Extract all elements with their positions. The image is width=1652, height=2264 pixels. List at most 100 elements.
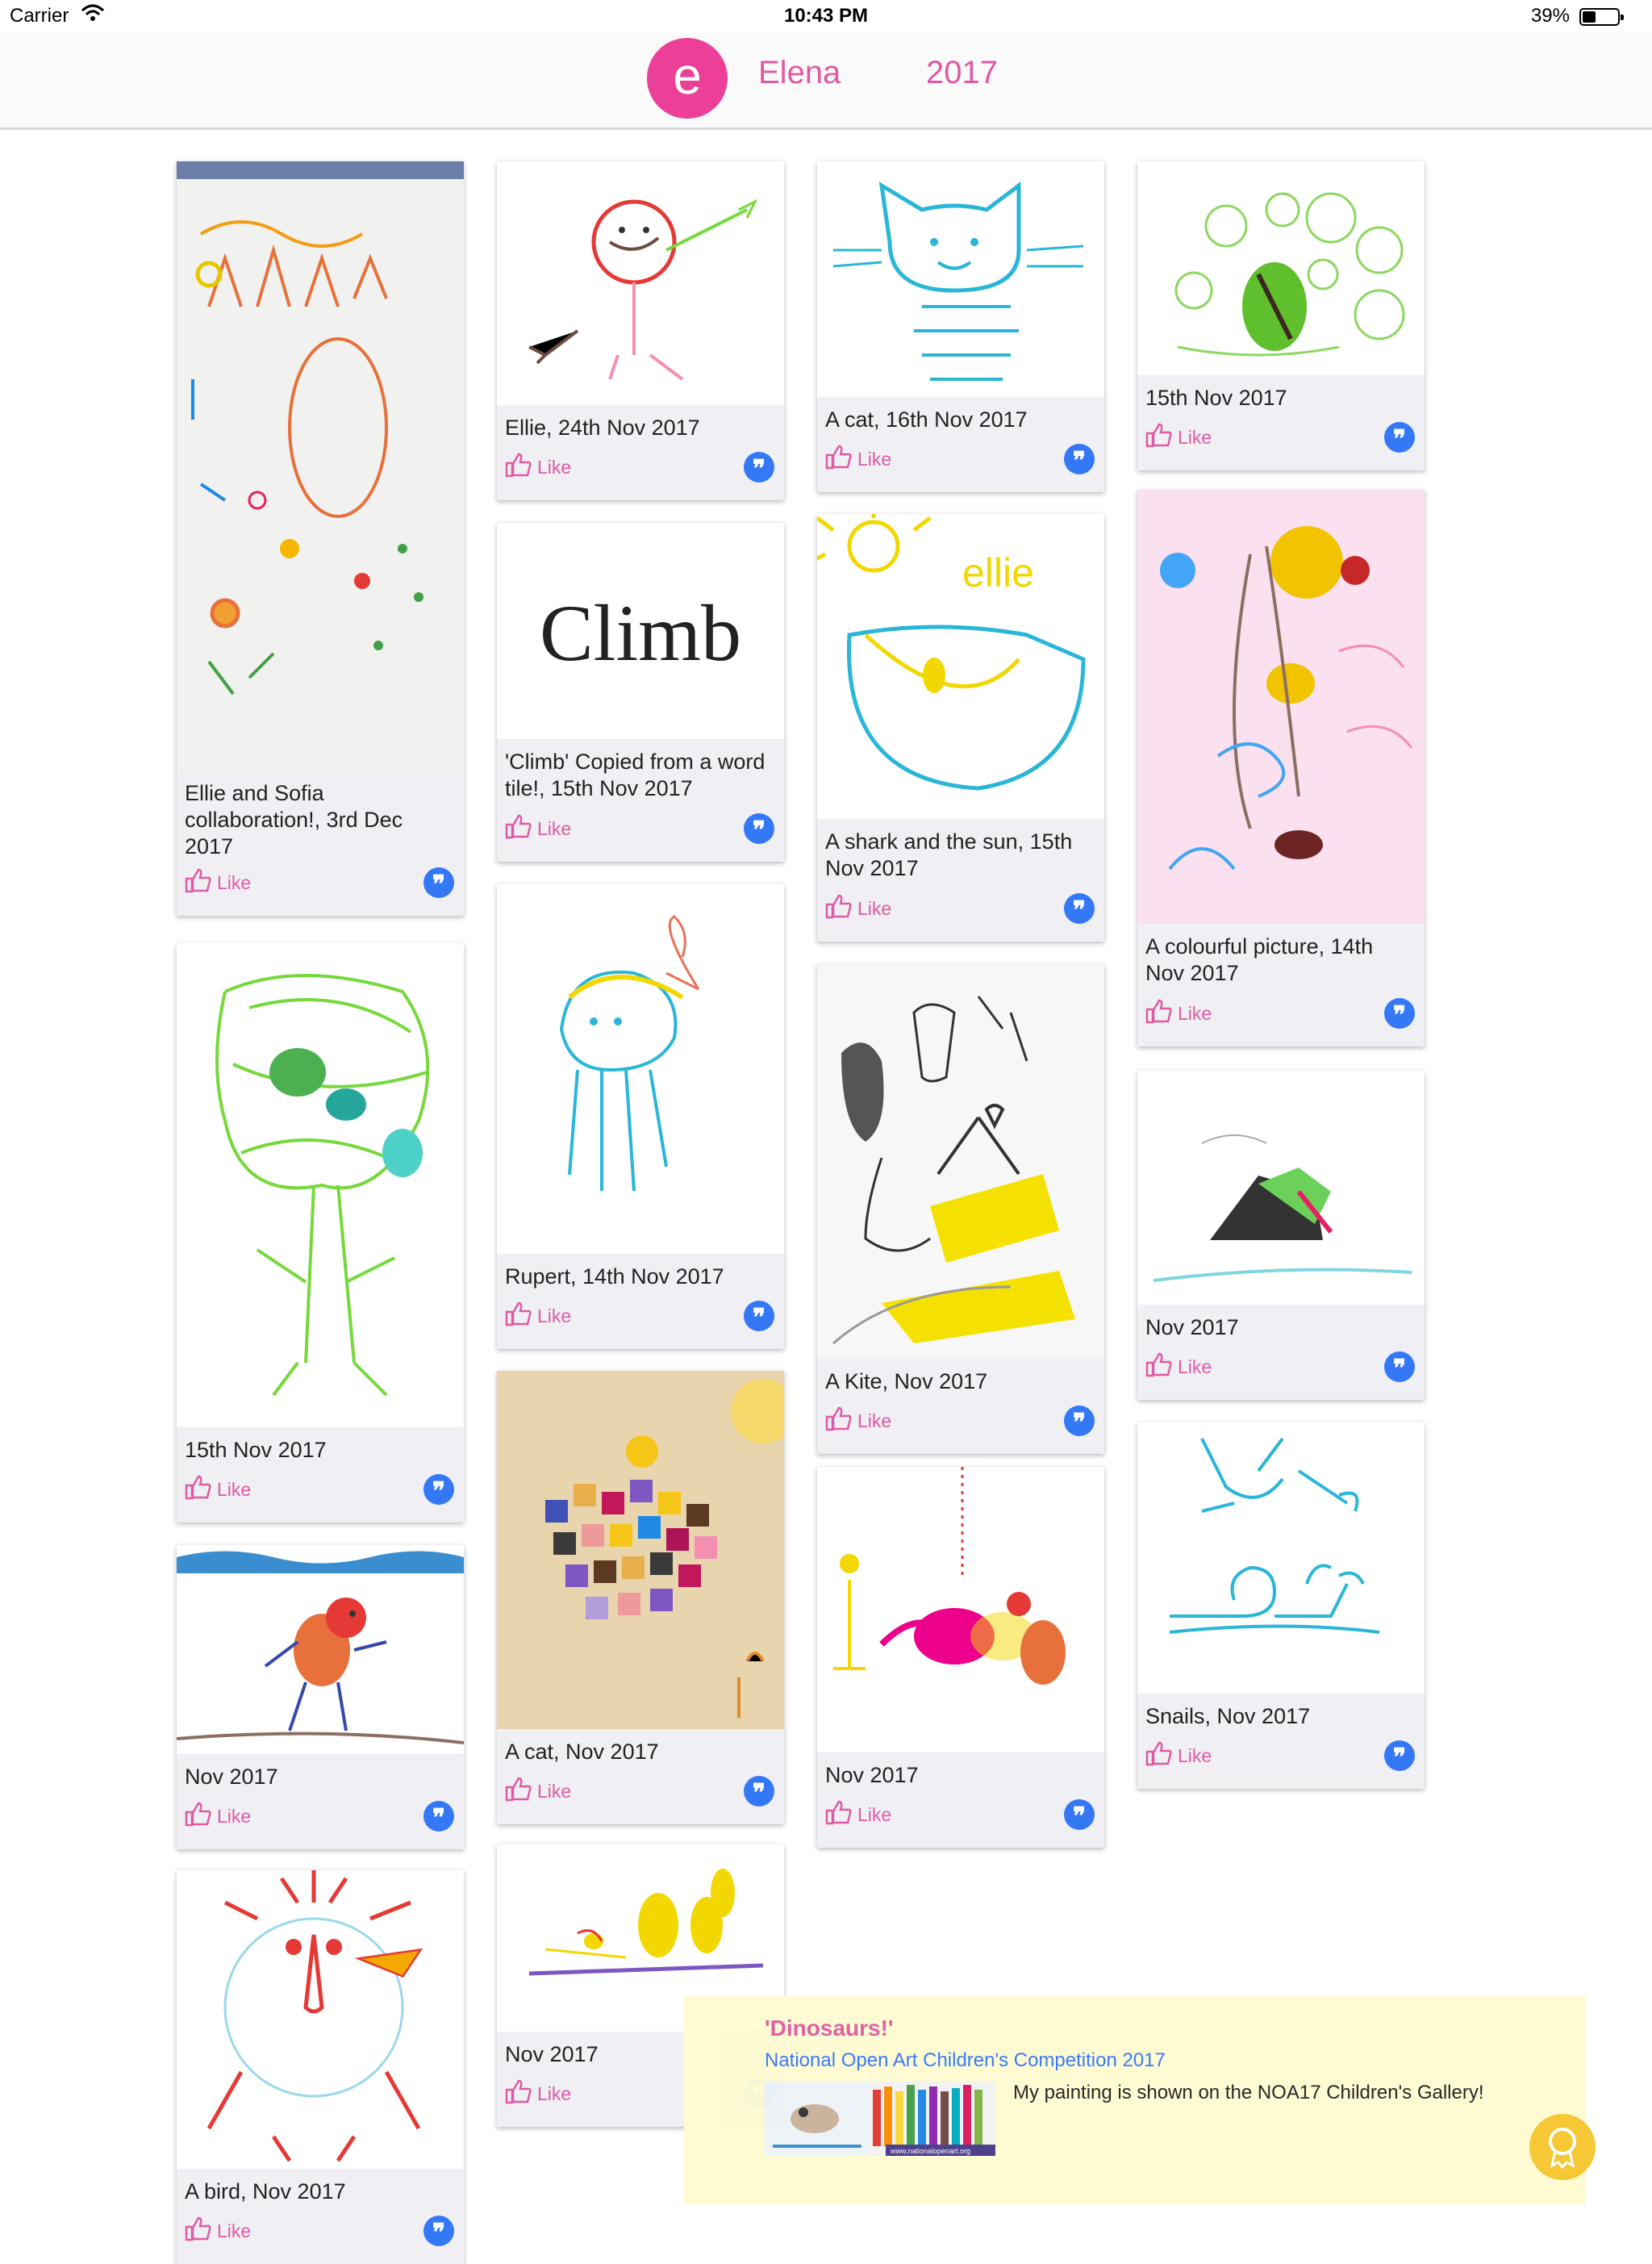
comment-icon[interactable]: ❞ bbox=[744, 1301, 774, 1331]
artwork-image[interactable] bbox=[177, 943, 464, 1427]
like-button[interactable]: Like bbox=[185, 1474, 251, 1505]
artwork-caption: Nov 2017 bbox=[825, 1763, 919, 1787]
artwork-card[interactable]: Rupert, 14th Nov 2017 Like ❞ bbox=[497, 884, 784, 1349]
artwork-image[interactable] bbox=[817, 964, 1104, 1359]
comment-icon[interactable]: ❞ bbox=[423, 1474, 454, 1505]
artwork-image[interactable] bbox=[497, 1371, 784, 1729]
artwork-image[interactable]: ellie bbox=[817, 514, 1104, 819]
thumbs-up-icon bbox=[1145, 1351, 1173, 1382]
artwork-caption: Ellie and Sofia collaboration!, 3rd Dec … bbox=[185, 781, 403, 858]
artwork-card[interactable]: 15th Nov 2017 Like ❞ bbox=[177, 943, 464, 1523]
award-banner[interactable]: 'Dinosaurs!' National Open Art Children'… bbox=[684, 1996, 1596, 2204]
artwork-image[interactable] bbox=[817, 1467, 1104, 1752]
artwork-card[interactable]: ellie A shark and the sun, 15th Nov 2017 L… bbox=[817, 514, 1104, 942]
artwork-image[interactable] bbox=[177, 161, 464, 771]
artwork-caption: 15th Nov 2017 bbox=[1145, 386, 1287, 410]
like-button[interactable]: Like bbox=[505, 452, 571, 482]
year-selector-button[interactable]: 2017 bbox=[926, 55, 998, 91]
artwork-caption: A shark and the sun, 15th Nov 2017 bbox=[825, 829, 1073, 880]
artwork-image[interactable] bbox=[497, 884, 784, 1254]
battery-percent: 39% bbox=[1530, 5, 1570, 27]
artwork-image[interactable] bbox=[817, 161, 1104, 397]
artwork-image[interactable] bbox=[1137, 1422, 1425, 1694]
comment-icon[interactable]: ❞ bbox=[1064, 1799, 1095, 1830]
comment-icon[interactable]: ❞ bbox=[1384, 1740, 1415, 1771]
artwork-card[interactable]: A Kite, Nov 2017 Like ❞ bbox=[817, 964, 1104, 1454]
comment-icon[interactable]: ❞ bbox=[1384, 1351, 1415, 1382]
thumbs-up-icon bbox=[825, 1799, 853, 1830]
comment-icon[interactable]: ❞ bbox=[1384, 998, 1415, 1029]
like-button[interactable]: Like bbox=[185, 867, 251, 898]
comment-icon[interactable]: ❞ bbox=[1064, 893, 1095, 924]
like-button[interactable]: Like bbox=[1145, 1740, 1212, 1771]
artwork-card[interactable]: Ellie and Sofia collaboration!, 3rd Dec … bbox=[177, 161, 464, 916]
artwork-card[interactable]: Climb 'Climb' Copied from a word tile!, 1… bbox=[497, 523, 784, 862]
like-label: Like bbox=[537, 2082, 572, 2104]
comment-icon[interactable]: ❞ bbox=[744, 452, 774, 482]
artwork-image[interactable] bbox=[177, 1545, 464, 1754]
artwork-image[interactable] bbox=[1137, 161, 1425, 375]
thumbs-up-icon bbox=[505, 1776, 532, 1807]
like-button[interactable]: Like bbox=[185, 2216, 251, 2246]
like-button[interactable]: Like bbox=[1145, 1351, 1212, 1382]
thumbs-up-icon bbox=[185, 1474, 212, 1505]
comment-icon[interactable]: ❞ bbox=[423, 2216, 454, 2246]
artwork-card[interactable]: Ellie, 24th Nov 2017 Like ❞ bbox=[497, 161, 784, 500]
like-label: Like bbox=[537, 1780, 572, 1802]
comment-icon[interactable]: ❞ bbox=[744, 1776, 774, 1807]
comment-icon[interactable]: ❞ bbox=[1064, 444, 1095, 474]
like-button[interactable]: Like bbox=[825, 893, 891, 924]
artwork-caption: Ellie, 24th Nov 2017 bbox=[505, 416, 700, 440]
artwork-caption: A cat, Nov 2017 bbox=[505, 1740, 659, 1764]
thumbs-up-icon bbox=[825, 1406, 853, 1436]
thumbs-up-icon bbox=[185, 867, 212, 898]
comment-icon[interactable]: ❞ bbox=[423, 867, 454, 898]
artwork-card[interactable]: Snails, Nov 2017 Like ❞ bbox=[1137, 1422, 1425, 1789]
artwork-card[interactable]: 15th Nov 2017 Like ❞ bbox=[1137, 161, 1425, 470]
banner-thumbnail: www.nationalopenart.org bbox=[765, 2082, 995, 2156]
like-button[interactable]: Like bbox=[825, 1406, 891, 1436]
artwork-caption: 15th Nov 2017 bbox=[185, 1438, 327, 1462]
artwork-image[interactable] bbox=[1137, 490, 1425, 924]
like-label: Like bbox=[217, 2220, 252, 2241]
comment-icon[interactable]: ❞ bbox=[423, 1801, 454, 1832]
like-button[interactable]: Like bbox=[505, 1301, 571, 1331]
like-label: Like bbox=[1178, 1355, 1212, 1377]
banner-subtitle-link[interactable]: National Open Art Children's Competition… bbox=[765, 2049, 1166, 2072]
artwork-card[interactable]: Nov 2017 Like ❞ bbox=[817, 1467, 1104, 1848]
like-button[interactable]: Like bbox=[825, 1799, 891, 1830]
artwork-caption: A cat, 16th Nov 2017 bbox=[825, 407, 1028, 432]
artwork-caption: A Kite, Nov 2017 bbox=[825, 1369, 988, 1393]
artwork-image[interactable] bbox=[497, 161, 784, 405]
like-button[interactable]: Like bbox=[505, 1776, 571, 1807]
artwork-caption: Nov 2017 bbox=[1145, 1315, 1239, 1339]
thumbs-up-icon bbox=[1145, 998, 1173, 1029]
comment-icon[interactable]: ❞ bbox=[1064, 1406, 1095, 1436]
artwork-card[interactable]: A colourful picture, 14th Nov 2017 Like ❞ bbox=[1137, 490, 1425, 1046]
like-button[interactable]: Like bbox=[505, 2078, 571, 2109]
comment-icon[interactable]: ❞ bbox=[1384, 422, 1415, 453]
artwork-card[interactable]: A bird, Nov 2017 Like ❞ bbox=[177, 1870, 464, 2264]
thumbs-up-icon bbox=[1145, 422, 1173, 453]
like-button[interactable]: Like bbox=[185, 1801, 251, 1832]
artwork-image[interactable]: Climb bbox=[497, 523, 784, 739]
artwork-image[interactable] bbox=[177, 1870, 464, 2169]
like-button[interactable]: Like bbox=[1145, 422, 1212, 453]
artwork-card[interactable]: A cat, 16th Nov 2017 Like ❞ bbox=[817, 161, 1104, 492]
artwork-card[interactable]: Nov 2017 Like ❞ bbox=[1137, 1071, 1425, 1400]
artwork-card[interactable]: A cat, Nov 2017 Like ❞ bbox=[497, 1371, 784, 1824]
like-label: Like bbox=[217, 871, 252, 893]
like-label: Like bbox=[857, 1410, 892, 1431]
like-button[interactable]: Like bbox=[505, 813, 571, 844]
like-button[interactable]: Like bbox=[825, 444, 891, 474]
award-icon bbox=[1549, 2128, 1576, 2170]
artwork-card[interactable]: Nov 2017 Like ❞ bbox=[177, 1545, 464, 1849]
thumbs-up-icon bbox=[825, 444, 853, 474]
artwork-image[interactable] bbox=[1137, 1071, 1425, 1305]
like-button[interactable]: Like bbox=[1145, 998, 1212, 1029]
child-name-button[interactable]: Elena bbox=[758, 55, 841, 91]
award-ribbon-button[interactable] bbox=[1529, 2114, 1596, 2180]
avatar[interactable]: e bbox=[647, 38, 728, 119]
like-label: Like bbox=[1178, 1002, 1212, 1024]
comment-icon[interactable]: ❞ bbox=[744, 813, 774, 844]
